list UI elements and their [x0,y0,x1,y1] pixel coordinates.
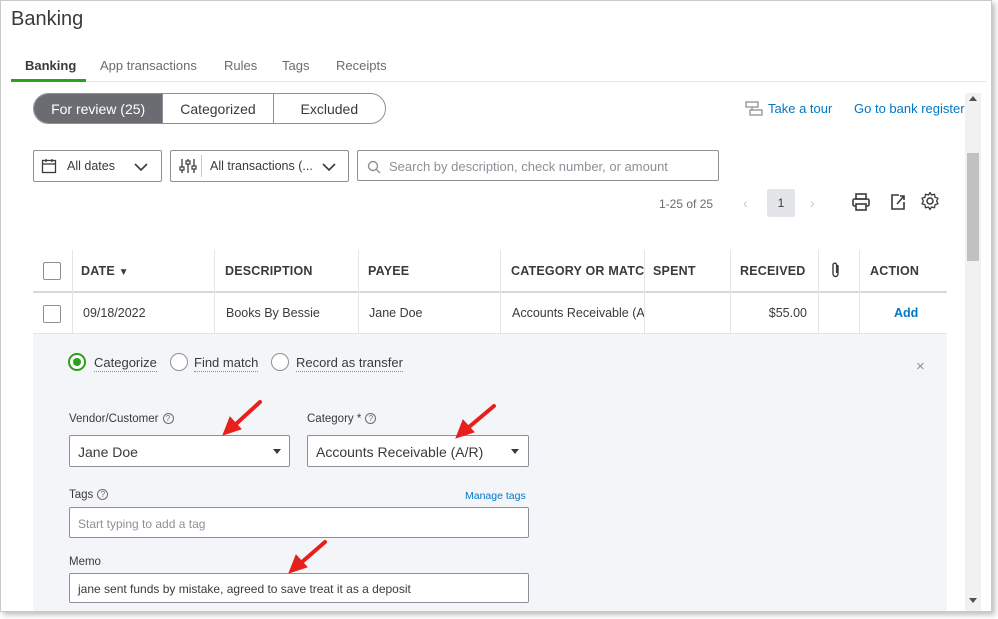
vertical-scrollbar[interactable] [965,93,981,611]
scroll-up-icon[interactable] [969,96,977,101]
scrollbar-thumb[interactable] [967,153,979,261]
scroll-down-icon[interactable] [969,598,977,603]
banking-window: Banking Banking App transactions Rules T… [0,0,992,612]
annotation-arrows [222,400,496,574]
